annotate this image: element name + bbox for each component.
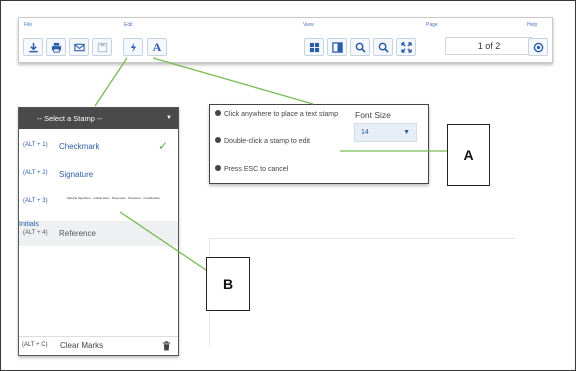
sidebar-button[interactable] — [327, 38, 347, 56]
download-icon — [28, 42, 38, 52]
bullet-icon — [215, 165, 221, 171]
stamp-button[interactable] — [123, 38, 143, 56]
thumbnails-button[interactable] — [304, 38, 324, 56]
print-icon — [51, 42, 61, 53]
clear-marks-button[interactable]: (ALT + C) Clear Marks — [19, 336, 178, 355]
instruction-item: Press ESC to cancel — [215, 164, 340, 175]
help-group-label: Help — [527, 22, 538, 28]
stamp-instructions-panel: Click anywhere to place a text stamp Dou… — [209, 104, 429, 184]
help-icon — [533, 42, 543, 52]
instruction-item: Double-click a stamp to edit — [215, 136, 340, 147]
stamp-panel: -- Select a Stamp -- ▼ (ALT + 1) Checkma… — [18, 107, 179, 356]
bullet-icon — [215, 110, 221, 116]
caret-down-icon: ▼ — [166, 115, 172, 121]
stamp-shortcut: (ALT + 4) — [23, 230, 48, 236]
text-button[interactable]: A — [147, 38, 167, 56]
stamp-label: Signature — [59, 170, 94, 179]
text-icon: A — [152, 40, 162, 54]
font-size-label: Font Size — [355, 110, 391, 120]
clear-shortcut: (ALT + C) — [22, 342, 48, 348]
checkmark-icon: ✓ — [158, 139, 169, 153]
stamp-preview-text: Sample Signature · Initials Here · Date … — [67, 196, 160, 200]
main-toolbar: File Edit View Page Help A 1 of 2 — [18, 17, 553, 63]
page-group-label: Page — [426, 22, 438, 28]
zoom-in-icon — [355, 42, 366, 53]
zoom-in-button[interactable] — [350, 38, 370, 56]
sidebar-icon — [331, 41, 343, 53]
help-button[interactable] — [528, 38, 548, 56]
stamp-select-label: -- Select a Stamp -- — [37, 114, 103, 123]
stamp-select-dropdown[interactable]: -- Select a Stamp -- ▼ — [19, 108, 178, 129]
stamp-label: Reference — [59, 229, 96, 238]
instruction-item: Click anywhere to place a text stamp — [215, 109, 340, 120]
font-size-value: 14 — [361, 129, 369, 136]
stamp-label: Checkmark — [59, 142, 100, 151]
zoom-out-button[interactable] — [373, 38, 393, 56]
callout-a: A — [447, 124, 490, 186]
stamp-item-preview[interactable]: (ALT + 3) Sample Signature · Initials He… — [19, 196, 178, 212]
stamp-item-reference[interactable]: Initials (ALT + 4) Reference — [19, 221, 178, 246]
view-group-label: View — [303, 22, 314, 28]
save-icon — [97, 42, 107, 52]
page-indicator[interactable]: 1 of 2 — [445, 37, 533, 55]
callout-b: B — [206, 257, 250, 311]
stamp-icon — [130, 42, 136, 52]
instruction-text: Double-click a stamp to edit — [224, 138, 310, 145]
stamp-shortcut: (ALT + 1) — [23, 142, 48, 148]
thumbnails-icon — [309, 42, 319, 52]
stamp-shortcut: (ALT + 3) — [23, 198, 48, 204]
caret-down-icon: ▼ — [403, 129, 410, 136]
stamp-item-checkmark[interactable]: (ALT + 1) Checkmark ✓ — [19, 139, 178, 156]
print-button[interactable] — [46, 38, 66, 56]
zoom-out-icon — [378, 42, 389, 53]
initials-label: Initials — [19, 221, 39, 228]
fit-screen-button[interactable] — [396, 38, 416, 56]
clear-marks-label: Clear Marks — [60, 341, 104, 350]
stamp-item-signature[interactable]: (ALT + 2) Signature — [19, 170, 178, 184]
edit-group-label: Edit — [124, 22, 133, 28]
instruction-text: Press ESC to cancel — [224, 166, 289, 173]
stamp-shortcut: (ALT + 2) — [23, 170, 48, 176]
fit-screen-icon — [400, 41, 412, 53]
email-icon — [73, 43, 85, 51]
document-page-edge — [209, 238, 515, 239]
download-button[interactable] — [23, 38, 43, 56]
trash-icon[interactable] — [162, 341, 171, 351]
save-button[interactable] — [92, 38, 112, 56]
font-size-select[interactable]: 14 ▼ — [354, 123, 417, 142]
bullet-icon — [215, 137, 221, 143]
file-group-label: File — [24, 22, 33, 28]
email-button[interactable] — [69, 38, 89, 56]
instruction-text: Click anywhere to place a text stamp — [224, 111, 338, 118]
